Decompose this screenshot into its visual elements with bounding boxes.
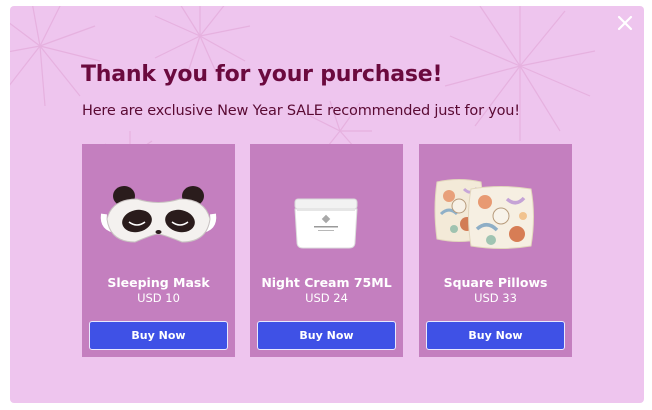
product-name: Sleeping Mask — [107, 275, 210, 290]
product-list: Sleeping Mask USD 10 Buy Now Night Cream… — [82, 144, 572, 358]
product-name: Square Pillows — [443, 275, 548, 290]
product-card-sleeping-mask: Sleeping Mask USD 10 Buy Now — [82, 144, 235, 357]
sleeping-mask-image — [82, 144, 235, 269]
product-price: USD 33 — [474, 291, 517, 305]
product-card-square-pillows: Square Pillows USD 33 Buy Now — [419, 144, 572, 357]
buy-now-button[interactable]: Buy Now — [257, 321, 396, 350]
night-cream-image — [250, 144, 403, 269]
popup-title: Thank you for your purchase! — [81, 62, 443, 87]
product-name: Night Cream 75ML — [261, 275, 392, 290]
purchase-popup: Thank you for your purchase! Here are ex… — [10, 6, 644, 403]
close-button[interactable] — [614, 12, 636, 34]
product-price: USD 24 — [305, 291, 348, 305]
popup-subtitle: Here are exclusive New Year SALE recomme… — [82, 103, 520, 119]
close-icon — [617, 15, 633, 31]
product-price: USD 10 — [137, 291, 180, 305]
buy-now-button[interactable]: Buy Now — [426, 321, 565, 350]
buy-now-button[interactable]: Buy Now — [89, 321, 228, 350]
square-pillows-image — [419, 144, 572, 269]
product-card-night-cream: Night Cream 75ML USD 24 Buy Now — [250, 144, 403, 357]
